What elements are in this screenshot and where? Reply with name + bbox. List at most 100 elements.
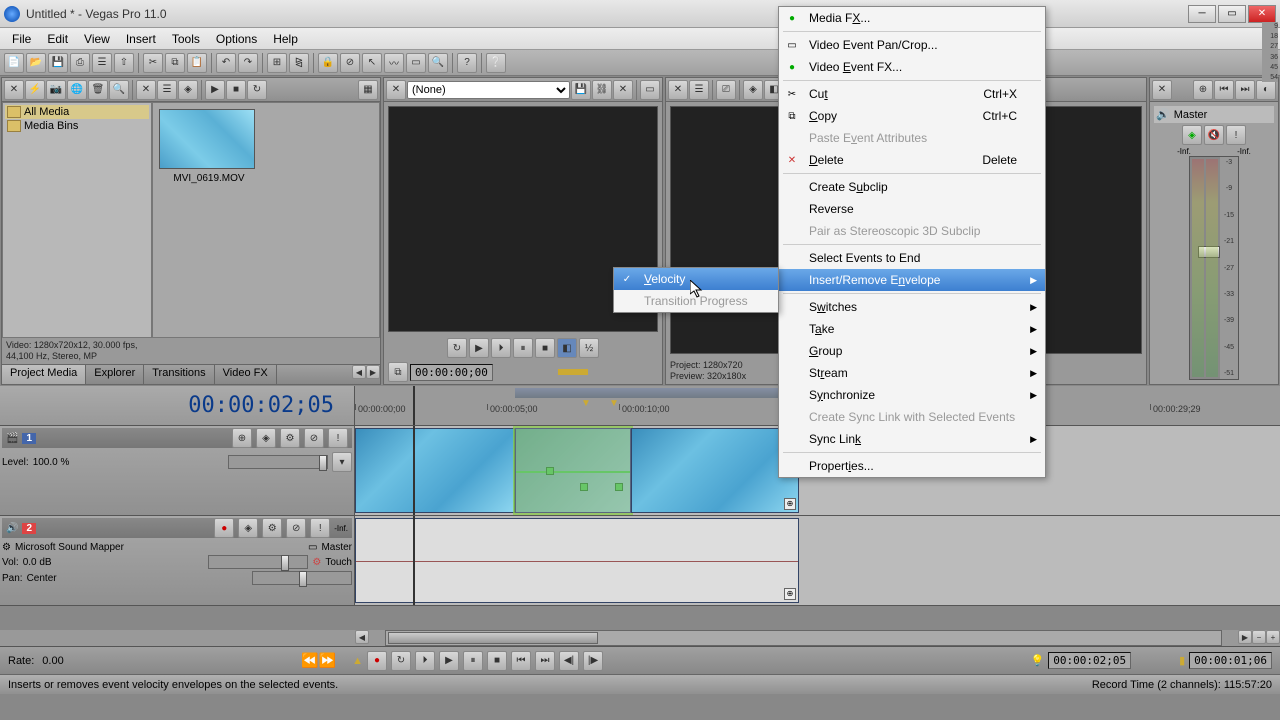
ctx-select-end[interactable]: Select Events to End [779,247,1045,269]
undo-button[interactable]: ↶ [216,53,236,73]
tab-scroll-left[interactable]: ◀ [352,365,366,379]
track-solo-icon[interactable]: ! [310,518,330,538]
loop-button[interactable]: ↻ [391,651,411,671]
go-end-button[interactable]: ⏭ [535,651,555,671]
ctx-synchronize[interactable]: Synchronize▶ [779,384,1045,406]
menu-view[interactable]: View [76,30,118,48]
auto-ripple-button[interactable]: ⧎ [289,53,309,73]
pm-stop-icon[interactable]: ■ [226,80,246,100]
video-clip-selected[interactable] [515,428,631,513]
ctx-pan-crop[interactable]: ▭Video Event Pan/Crop... [779,34,1045,56]
ctx-reverse[interactable]: Reverse [779,198,1045,220]
next-frame-button[interactable]: |▶ [583,651,603,671]
fx-play-all-icon[interactable]: ⏵ [491,338,511,358]
ctx-switches[interactable]: Switches▶ [779,296,1045,318]
zoom-in-icon[interactable]: + [1266,630,1280,644]
track-record-icon[interactable]: ● [214,518,234,538]
mixer-fx-icon[interactable]: ◈ [1182,125,1202,145]
audio-track-body[interactable]: ⊕ [355,516,1280,605]
track-solo-icon[interactable]: ! [328,428,348,448]
close-button[interactable]: ✕ [1248,5,1276,23]
ctx-cut[interactable]: ✂CutCtrl+X [779,83,1045,105]
fx-play-icon[interactable]: ▶ [469,338,489,358]
level-slider[interactable] [228,455,328,469]
scroll-right-icon[interactable]: ▶ [1238,630,1252,644]
video-clip[interactable]: ▭ ⊕ [631,428,799,513]
fx-pause-icon[interactable]: ⏸ [513,338,533,358]
pm-delete-icon[interactable]: ✕ [136,80,156,100]
clip-fx-icon[interactable]: ⊕ [784,588,796,600]
ctx-sync-link[interactable]: Sync Link▶ [779,428,1045,450]
pm-get-media-icon[interactable]: 🌐 [67,80,87,100]
help-button[interactable]: ❔ [486,53,506,73]
vol-slider[interactable] [208,555,308,569]
ignore-group-button[interactable]: ⊘ [340,53,360,73]
fx-remove-icon[interactable]: ✕ [613,80,633,100]
pm-remove-icon[interactable]: 🗑 [88,80,108,100]
media-thumb[interactable]: MVI_0619.MOV [159,109,259,184]
menu-help[interactable]: Help [265,30,306,48]
play-button[interactable]: ▶ [439,651,459,671]
upload-button[interactable]: ⇧ [114,53,134,73]
fx-close-icon[interactable]: ✕ [386,80,406,100]
tree-all-media[interactable]: All Media [5,105,149,119]
track-mute-icon[interactable]: ⊘ [304,428,324,448]
velocity-node[interactable] [546,467,554,475]
paste-button[interactable]: 📋 [187,53,207,73]
pan-slider[interactable] [252,571,352,585]
pv-props-icon[interactable]: ☰ [689,80,709,100]
prev-frame-button[interactable]: ◀| [559,651,579,671]
pm-play-icon[interactable]: ▶ [205,80,225,100]
pm-autoplay-icon[interactable]: ↻ [247,80,267,100]
ctx-stream[interactable]: Stream▶ [779,362,1045,384]
track-motion-icon[interactable]: ⊕ [232,428,252,448]
pause-button[interactable]: ⏸ [463,651,483,671]
lock-button[interactable]: 🔒 [318,53,338,73]
scroll-left-icon[interactable]: ◀ [355,630,369,644]
save-button[interactable]: 💾 [48,53,68,73]
touch-mode[interactable]: Touch [325,557,352,568]
ctx-velocity[interactable]: ✓Velocity [614,268,778,290]
fx-copy-icon[interactable]: ⧉ [388,362,408,382]
ctx-take[interactable]: Take▶ [779,318,1045,340]
zoom-out-icon[interactable]: − [1252,630,1266,644]
pv-close-icon[interactable]: ✕ [668,80,688,100]
render-button[interactable]: ⎙ [70,53,90,73]
velocity-envelope[interactable] [516,471,630,473]
ctx-subclip[interactable]: Create Subclip [779,176,1045,198]
track-auto-icon[interactable]: ⚙ [280,428,300,448]
envelope-button[interactable]: 〰 [384,53,404,73]
mx-dim-icon[interactable]: ◐ [1256,80,1276,100]
menu-options[interactable]: Options [208,30,265,48]
record-button[interactable]: ● [367,651,387,671]
track-compose-icon[interactable]: ▾ [332,452,352,472]
ctx-group[interactable]: Group▶ [779,340,1045,362]
clip-pan-icon[interactable]: ⊕ [784,498,796,510]
tab-video-fx[interactable]: Video FX [215,365,277,384]
menu-edit[interactable]: Edit [39,30,76,48]
ctx-media-fx[interactable]: ●Media FX... [779,7,1045,29]
mx-close-icon[interactable]: ✕ [1152,80,1172,100]
new-button[interactable]: 📄 [4,53,24,73]
menu-file[interactable]: File [4,30,39,48]
media-tree[interactable]: All Media Media Bins [2,102,152,338]
zoom-button[interactable]: 🔍 [428,53,448,73]
fx-maximize-icon[interactable]: ▭ [640,80,660,100]
ctx-event-fx[interactable]: ●Video Event FX... [779,56,1045,78]
ctx-copy[interactable]: ⧉CopyCtrl+C [779,105,1045,127]
velocity-node[interactable] [615,483,623,491]
track-fx-icon[interactable]: ◈ [256,428,276,448]
maximize-button[interactable]: ▭ [1218,5,1246,23]
fx-preset-select[interactable]: (None) [407,81,570,99]
fx-chain-icon[interactable]: ⛓ [592,80,612,100]
pm-close-icon[interactable]: ✕ [4,80,24,100]
mixer-solo-icon[interactable]: ! [1226,125,1246,145]
pm-views-icon[interactable]: ▦ [358,80,378,100]
playhead[interactable] [413,386,415,425]
tab-scroll-right[interactable]: ▶ [366,365,380,379]
mx-next-icon[interactable]: ⏭ [1235,80,1255,100]
fx-half-icon[interactable]: ½ [579,338,599,358]
tab-explorer[interactable]: Explorer [86,365,144,384]
track-auto-icon[interactable]: ⚙ [262,518,282,538]
fx-split-icon[interactable]: ◧ [557,338,577,358]
